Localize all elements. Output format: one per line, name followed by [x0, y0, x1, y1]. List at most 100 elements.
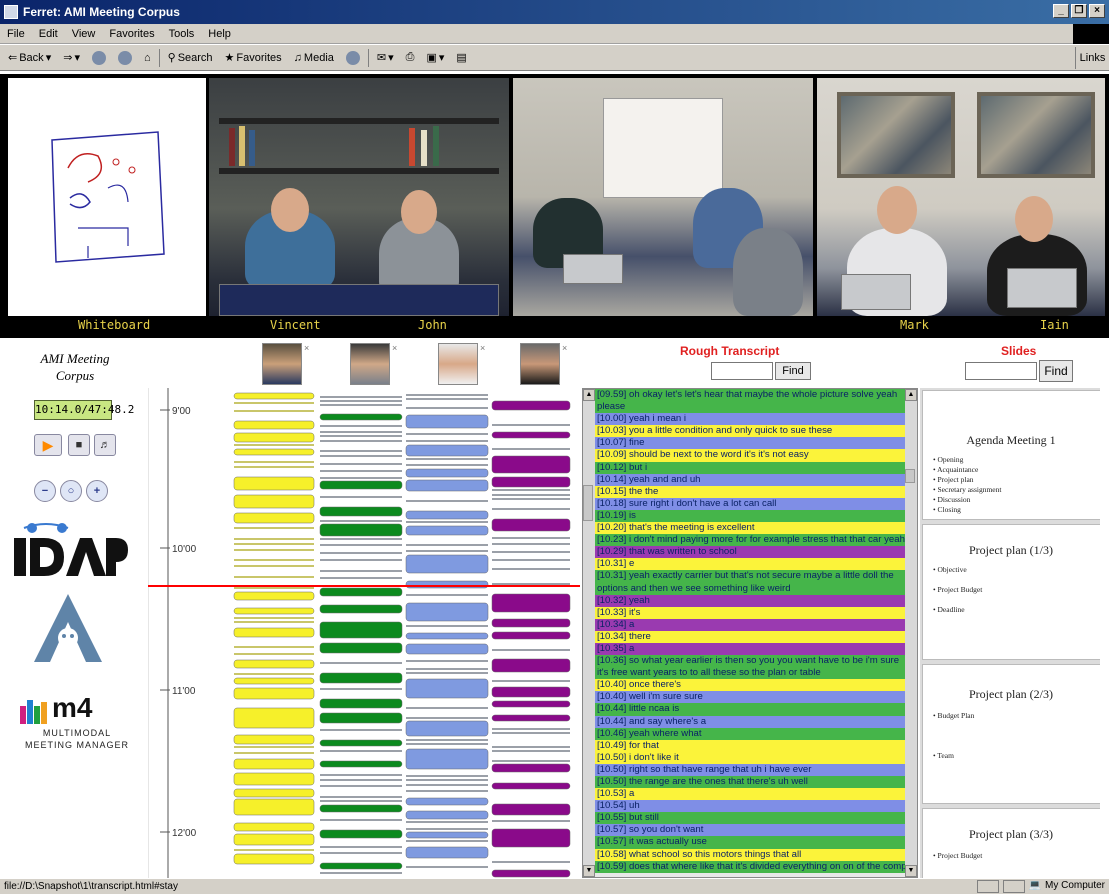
transcript-line[interactable]: [10.57] so you don't want: [595, 824, 905, 837]
speaker-segment[interactable]: [492, 746, 570, 748]
speaker-segment[interactable]: [233, 591, 315, 601]
speaker-segment[interactable]: [319, 604, 403, 614]
speaker-segment[interactable]: [320, 496, 402, 498]
speaker-segment[interactable]: [320, 477, 402, 479]
speaker-segment[interactable]: [406, 660, 488, 662]
speaker-segment[interactable]: [406, 464, 488, 466]
transcript-line[interactable]: [10.29] that was written to school: [595, 546, 905, 559]
speaker-segment[interactable]: [405, 678, 489, 699]
speaker-segment[interactable]: [492, 680, 570, 682]
media-button[interactable]: ♫ Media: [290, 52, 338, 64]
speaker-segment[interactable]: [320, 450, 402, 452]
speaker-avatar-john[interactable]: [350, 343, 390, 385]
speaker-segment[interactable]: [320, 872, 402, 874]
whiteboard-view[interactable]: [8, 78, 206, 316]
speaker-segment[interactable]: [491, 828, 571, 848]
speaker-segment[interactable]: [406, 458, 488, 460]
home-button[interactable]: ⌂: [140, 52, 155, 64]
minimize-button[interactable]: _: [1053, 4, 1069, 18]
camera-view-room[interactable]: [513, 78, 813, 316]
speaker-segment[interactable]: [234, 461, 314, 463]
transcript-line[interactable]: [10.15] the the: [595, 485, 905, 498]
transcript-search-input[interactable]: [711, 362, 773, 380]
speaker-segment[interactable]: [492, 732, 570, 734]
speaker-segment[interactable]: [491, 714, 571, 722]
scroll-thumb[interactable]: [905, 469, 915, 483]
speaker-segment[interactable]: [233, 432, 315, 443]
speaker-segment[interactable]: [319, 672, 403, 684]
speaker-segment[interactable]: [491, 869, 571, 878]
close-icon[interactable]: ×: [304, 343, 309, 353]
speaker-segment[interactable]: [492, 760, 570, 762]
transcript-line[interactable]: [10.35] a: [595, 642, 905, 656]
speaker-segment[interactable]: [405, 846, 489, 859]
speaker-segment[interactable]: [234, 587, 314, 589]
links-button[interactable]: Links: [1075, 47, 1109, 69]
speaker-segment[interactable]: [233, 758, 315, 770]
speaker-segment[interactable]: [233, 659, 315, 669]
speaker-segment[interactable]: [405, 602, 489, 622]
speaker-segment[interactable]: [233, 512, 315, 524]
transcript-lines[interactable]: [09.59] oh okay let's let's hear that ma…: [595, 389, 905, 879]
speaker-segment[interactable]: [319, 712, 403, 724]
speaker-segment[interactable]: [233, 833, 315, 846]
speaker-segment[interactable]: [320, 435, 402, 437]
back-button[interactable]: ⇐ Back ▾: [4, 51, 55, 65]
speaker-segment[interactable]: [491, 658, 571, 673]
speaker-segment[interactable]: [492, 820, 570, 822]
transcript-line[interactable]: [10.07] fine: [595, 437, 905, 450]
speaker-segment[interactable]: [491, 593, 571, 613]
speaker-segment[interactable]: [233, 798, 315, 816]
speaker-segment[interactable]: [319, 413, 403, 421]
speaker-segment[interactable]: [233, 822, 315, 832]
camera-view-vincent-john[interactable]: [209, 78, 509, 316]
speaker-segment[interactable]: [319, 804, 403, 813]
speaker-segment[interactable]: [405, 797, 489, 806]
speaker-segment[interactable]: [406, 550, 488, 552]
speaker-segment[interactable]: [319, 760, 403, 768]
speaker-segment[interactable]: [406, 828, 488, 830]
transcript-line[interactable]: [10.34] a: [595, 618, 905, 631]
speaker-segment[interactable]: [491, 782, 571, 790]
transcript-line[interactable]: [10.34] there: [595, 630, 905, 643]
speaker-segment[interactable]: [234, 849, 314, 851]
speaker-segment[interactable]: [320, 577, 402, 579]
speaker-segment[interactable]: [492, 543, 570, 545]
speaker-segment[interactable]: [406, 784, 488, 786]
transcript-line[interactable]: [10.00] yeah i mean i: [595, 413, 905, 426]
speaker-segment[interactable]: [406, 398, 488, 400]
speaker-segment[interactable]: [233, 772, 315, 786]
speaker-segment[interactable]: [320, 800, 402, 802]
speaker-segment[interactable]: [406, 544, 488, 546]
speaker-segment[interactable]: [405, 510, 489, 520]
maximize-button[interactable]: ❒: [1071, 4, 1087, 18]
scroll-thumb[interactable]: [583, 485, 593, 521]
speaker-segment[interactable]: [406, 840, 488, 842]
menu-tools[interactable]: Tools: [162, 28, 202, 40]
speaker-segment[interactable]: [320, 396, 402, 398]
transcript-line[interactable]: [10.57] it was actually use: [595, 836, 905, 849]
speaker-segment[interactable]: [405, 414, 489, 429]
speaker-segment[interactable]: [492, 424, 570, 426]
transcript-line[interactable]: [10.31] e: [595, 558, 905, 571]
speaker-segment[interactable]: [319, 621, 403, 639]
speaker-segment[interactable]: [405, 810, 489, 820]
transcript-line[interactable]: [10.54] uh: [595, 800, 905, 813]
speaker-segment[interactable]: [319, 506, 403, 517]
transcript-line[interactable]: [10.49] for that: [595, 739, 905, 752]
history-button[interactable]: [342, 50, 364, 65]
speaker-segment[interactable]: [491, 686, 571, 698]
speaker-segment[interactable]: [491, 455, 571, 474]
speaker-segment[interactable]: [406, 668, 488, 670]
speaker-segment[interactable]: [319, 698, 403, 709]
zoom-out-button[interactable]: −: [34, 480, 56, 502]
transcript-line[interactable]: [10.40] well i'm sure sure: [595, 691, 905, 704]
speaker-segment[interactable]: [320, 455, 402, 457]
menu-file[interactable]: File: [0, 28, 32, 40]
slides-search-input[interactable]: [965, 362, 1037, 380]
slide-thumbnail-2[interactable]: Project plan (1/3) Objective Project Bud…: [922, 524, 1100, 660]
transcript-line[interactable]: [09.59] oh okay let's let's hear that ma…: [595, 389, 905, 414]
speaker-segment[interactable]: [492, 750, 570, 752]
speaker-segment[interactable]: [491, 431, 571, 439]
slides-find-button[interactable]: Find: [1039, 360, 1073, 382]
